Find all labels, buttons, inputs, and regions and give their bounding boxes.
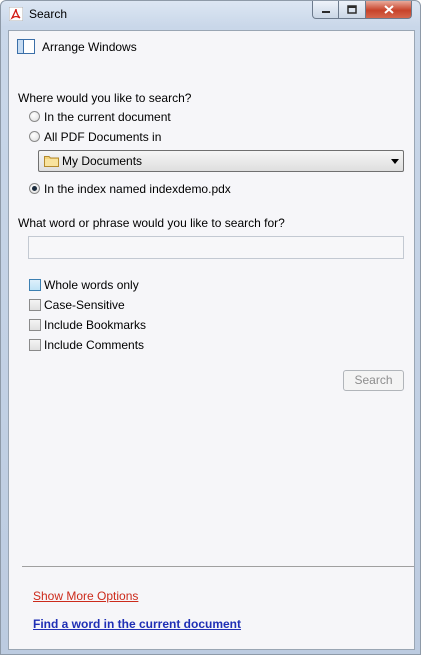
checkbox[interactable] (29, 319, 41, 331)
radio-label: In the index named indexdemo.pdx (44, 182, 231, 196)
arrange-windows-icon (17, 39, 35, 54)
radio-button[interactable] (29, 111, 40, 122)
radio-label: All PDF Documents in (44, 130, 162, 144)
close-button[interactable] (366, 1, 412, 19)
divider (22, 566, 414, 567)
maximize-button[interactable] (339, 1, 366, 19)
close-icon (383, 3, 394, 17)
checkbox-label: Whole words only (44, 278, 139, 292)
folder-icon (44, 155, 59, 167)
find-word-link[interactable]: Find a word in the current document (33, 617, 241, 631)
folder-dropdown[interactable]: My Documents (38, 150, 404, 172)
checkbox-label: Case-Sensitive (44, 298, 125, 312)
search-phrase-input[interactable] (28, 236, 404, 259)
checkbox-label: Include Bookmarks (44, 318, 147, 332)
window-title: Search (29, 7, 68, 21)
adobe-pdf-icon (8, 6, 24, 22)
radio-label: In the current document (44, 110, 171, 124)
maximize-icon (347, 3, 357, 17)
search-window: Search Arrange Windows Where would you l… (0, 0, 421, 655)
show-more-options-link[interactable]: Show More Options (33, 589, 138, 603)
search-phrase-question: What word or phrase would you like to se… (18, 216, 285, 230)
search-location-question: Where would you like to search? (18, 91, 192, 105)
checkbox[interactable] (29, 279, 41, 291)
checkbox[interactable] (29, 299, 41, 311)
radio-button[interactable] (29, 131, 40, 142)
arrange-windows-label: Arrange Windows (42, 40, 137, 54)
title-bar[interactable]: Search (1, 1, 420, 28)
radio-button[interactable] (29, 183, 40, 194)
search-panel: Arrange Windows Where would you like to … (8, 30, 415, 650)
checkbox-label: Include Comments (44, 338, 145, 352)
minimize-button[interactable] (312, 1, 339, 19)
search-button[interactable]: Search (343, 370, 404, 391)
checkbox[interactable] (29, 339, 41, 351)
chevron-down-icon (391, 159, 399, 164)
minimize-icon (321, 3, 331, 17)
dropdown-selected-value: My Documents (62, 154, 143, 168)
